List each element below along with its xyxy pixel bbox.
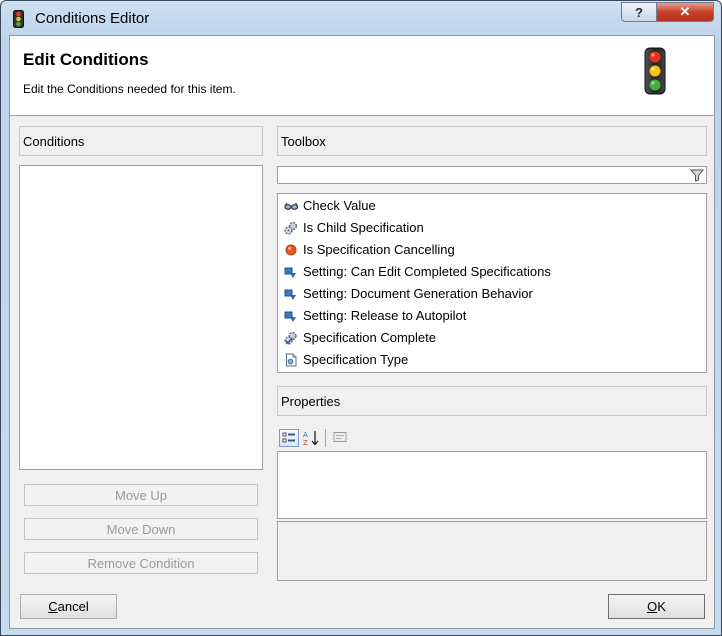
help-button[interactable]: ?	[621, 2, 657, 22]
alphabetical-sort-icon: A Z	[303, 431, 319, 447]
toolbox-item-specification-type[interactable]: Specification Type	[278, 349, 706, 371]
conditions-heading-label: Conditions	[23, 134, 85, 149]
close-icon: ✕	[679, 4, 691, 19]
toolbox-item-setting-document-generation-behavior[interactable]: Setting: Document Generation Behavior	[278, 283, 706, 305]
property-pages-icon	[333, 432, 347, 442]
conditions-editor-window: Conditions Editor ? ✕ Edit Conditions Ed…	[0, 0, 722, 636]
red-dot-icon	[285, 244, 297, 256]
toolbox-item-label: Is Child Specification	[303, 220, 424, 235]
property-pages-button[interactable]	[331, 429, 351, 447]
categorized-icon	[282, 432, 295, 443]
toolbar-separator	[325, 429, 326, 447]
toolbox-heading: Toolbox	[277, 126, 707, 156]
header-band: Edit Conditions Edit the Conditions need…	[10, 36, 714, 116]
setting-icon	[284, 267, 296, 278]
toolbox-item-label: Check Value	[303, 198, 376, 213]
filter-icon[interactable]	[690, 168, 704, 182]
properties-heading: Properties	[277, 386, 707, 416]
toolbox-list[interactable]: Check Value Is Child Specification Is Sp…	[277, 193, 707, 373]
document-icon	[286, 353, 297, 367]
ok-label: K	[657, 599, 666, 614]
conditions-heading: Conditions	[19, 126, 263, 156]
dialog-client-area: Edit Conditions Edit the Conditions need…	[9, 35, 715, 629]
remove-condition-button[interactable]: Remove Condition	[24, 552, 258, 574]
cancel-label: ancel	[57, 599, 89, 614]
ok-mnemonic: O	[647, 599, 658, 614]
traffic-light-large-icon	[644, 47, 666, 95]
cancel-mnemonic: C	[48, 599, 58, 614]
toolbox-item-label: Specification Type	[303, 352, 409, 367]
ok-button[interactable]: OK	[608, 594, 705, 619]
properties-toolbar: A Z	[277, 427, 707, 449]
conditions-list[interactable]	[19, 165, 263, 470]
svg-text:Z: Z	[303, 439, 308, 447]
toolbox-item-setting-release-to-autopilot[interactable]: Setting: Release to Autopilot	[278, 305, 706, 327]
toolbox-item-is-specification-cancelling[interactable]: Is Specification Cancelling	[278, 239, 706, 261]
glasses-icon	[284, 202, 298, 210]
move-up-button[interactable]: Move Up	[24, 484, 258, 506]
properties-heading-label: Properties	[281, 394, 341, 409]
setting-icon	[284, 311, 296, 322]
toolbox-item-label: Setting: Release to Autopilot	[303, 308, 467, 323]
help-icon: ?	[635, 4, 643, 20]
categorized-button[interactable]	[279, 429, 299, 447]
toolbox-filter	[277, 166, 707, 184]
gears-icon	[284, 221, 298, 235]
gears-check-icon	[284, 331, 297, 345]
toolbox-item-setting-can-edit-completed-specifications[interactable]: Setting: Can Edit Completed Specificatio…	[278, 261, 706, 283]
toolbox-item-label: Setting: Can Edit Completed Specificatio…	[303, 264, 551, 279]
setting-icon	[284, 289, 296, 300]
title-bar[interactable]: Conditions Editor ? ✕	[1, 1, 721, 35]
page-subtitle: Edit the Conditions needed for this item…	[23, 82, 236, 96]
page-title: Edit Conditions	[23, 50, 149, 69]
toolbox-item-check-value[interactable]: Check Value	[278, 195, 706, 217]
toolbox-item-specification-complete[interactable]: Specification Complete	[278, 327, 706, 349]
toolbox-item-label: Setting: Document Generation Behavior	[303, 286, 533, 301]
alphabetical-sort-button[interactable]: A Z	[301, 429, 321, 447]
cancel-button[interactable]: Cancel	[20, 594, 117, 619]
toolbox-item-is-child-specification[interactable]: Is Child Specification	[278, 217, 706, 239]
toolbox-filter-input[interactable]	[280, 168, 684, 182]
toolbox-item-label: Specification Complete	[303, 330, 436, 345]
svg-text:A: A	[303, 431, 308, 439]
property-description-area	[277, 521, 707, 581]
property-grid[interactable]	[277, 451, 707, 519]
toolbox-item-label: Is Specification Cancelling	[303, 242, 455, 257]
move-down-button[interactable]: Move Down	[24, 518, 258, 540]
window-title: Conditions Editor	[35, 10, 150, 27]
toolbox-heading-label: Toolbox	[281, 134, 326, 149]
traffic-light-icon	[13, 10, 24, 28]
close-button[interactable]: ✕	[656, 2, 714, 22]
